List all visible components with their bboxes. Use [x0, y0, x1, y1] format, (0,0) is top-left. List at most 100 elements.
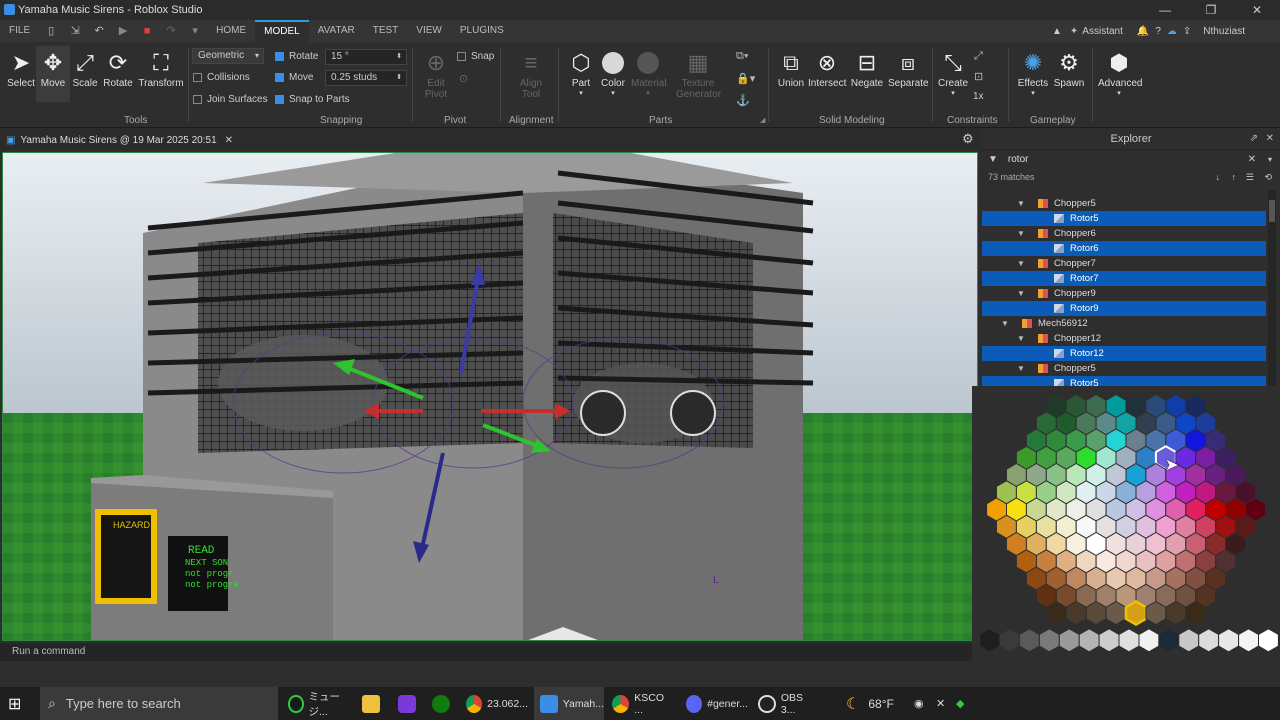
join-surfaces-checkbox[interactable]: Join Surfaces — [193, 94, 268, 105]
snap-to-parts-checkbox[interactable]: Snap to Parts — [275, 94, 350, 105]
advanced-tool[interactable]: ⬢ Advanced ▾ — [1098, 48, 1142, 97]
redo-icon[interactable]: ↷ — [164, 24, 178, 38]
tray-x-icon[interactable]: ✕ — [936, 687, 945, 720]
edit-pivot-tool[interactable]: ⊕ Edit Pivot — [419, 48, 453, 100]
prev-match-icon[interactable]: ↑ — [1232, 168, 1237, 186]
tray-discord-icon[interactable]: ◉ — [914, 687, 924, 720]
tree-item-model[interactable]: ▼ Mech56912 — [982, 316, 1266, 331]
taskbar-search[interactable]: ⌕ Type here to search — [40, 687, 278, 720]
expand-arrow-icon[interactable]: ▼ — [1016, 256, 1026, 271]
weather-widget[interactable]: ☾ 68°F — [846, 687, 894, 720]
texture-generator-tool[interactable]: ▦ Texture Generator — [676, 48, 721, 100]
tree-item-model[interactable]: ▼ Chopper7 — [982, 256, 1266, 271]
parts-settings-icon[interactable]: ◢ — [760, 116, 765, 124]
expand-arrow-icon[interactable]: ▼ — [1000, 316, 1010, 331]
explorer-filter-input[interactable]: rotor — [1008, 154, 1029, 165]
tree-item-part[interactable]: Rotor5 — [982, 376, 1266, 386]
select-all-icon[interactable]: ☰ — [1246, 168, 1254, 186]
explorer-scrollbar[interactable] — [1268, 190, 1276, 386]
new-file-icon[interactable]: ▯ — [44, 24, 58, 38]
play-icon[interactable]: ▶ — [116, 24, 130, 38]
taskbar-app-purple[interactable] — [398, 687, 421, 720]
close-window-button[interactable]: ✕ — [1234, 0, 1280, 20]
tree-item-part[interactable]: Rotor5 — [982, 211, 1266, 226]
assistant-button[interactable]: Assistant — [1082, 26, 1123, 37]
file-menu[interactable]: FILE — [0, 20, 39, 42]
taskbar-app-discord[interactable]: #gener... — [686, 687, 748, 720]
constraint-scale-input[interactable]: 1x — [968, 90, 996, 106]
tree-item-part[interactable]: Rotor6 — [982, 241, 1266, 256]
anchor-icon[interactable]: ⚓ — [736, 94, 750, 107]
tree-item-part[interactable]: Rotor7 — [982, 271, 1266, 286]
snap-mode-dropdown[interactable]: Geometric ▾ — [192, 48, 264, 64]
taskbar-app-xbox[interactable] — [432, 687, 455, 720]
align-tool[interactable]: ≡ Align Tool — [514, 48, 548, 100]
create-constraint-tool[interactable]: ⤡ Create ▾ — [936, 48, 970, 97]
taskbar-app-chrome-2[interactable]: KSCO ... — [612, 687, 674, 720]
open-file-icon[interactable]: ⇲ — [68, 24, 82, 38]
part-tool[interactable]: ⬡ Part ▾ — [564, 48, 598, 97]
filter-icon[interactable]: ▼ — [988, 154, 998, 165]
effects-tool[interactable]: ✺ Effects ▾ — [1016, 48, 1050, 97]
tree-item-part[interactable]: Rotor9 — [982, 301, 1266, 316]
move-snap-checkbox[interactable]: Move — [275, 72, 313, 83]
rotate-snap-checkbox[interactable]: Rotate — [275, 51, 318, 62]
spawn-tool[interactable]: ⚙ Spawn — [1052, 48, 1086, 89]
lock-icon[interactable]: 🔒▾ — [736, 72, 755, 85]
tab-home[interactable]: HOME — [207, 20, 255, 42]
rotate-increment-input[interactable]: 15 ° ⬍ — [325, 49, 407, 65]
expand-arrow-icon[interactable]: ▼ — [1016, 226, 1026, 241]
pivot-snap-checkbox[interactable]: Snap — [457, 51, 494, 62]
tab-view[interactable]: VIEW — [407, 20, 451, 42]
collapse-icon[interactable]: ▲ — [1052, 26, 1062, 37]
taskbar-app-explorer[interactable] — [362, 687, 385, 720]
group-icon[interactable]: ⧉▾ — [736, 50, 748, 63]
pivot-reset-icon[interactable]: ⊙ — [459, 72, 468, 85]
command-bar[interactable]: Run a command — [0, 643, 972, 661]
move-tool[interactable]: ✥ Move — [36, 46, 70, 102]
close-explorer-icon[interactable]: ✕ — [1266, 128, 1274, 150]
viewport-scene[interactable]: HAZARD READ NEXT SON not progr not progr… — [3, 153, 978, 641]
taskbar-app-chrome-1[interactable]: 23.062... — [466, 687, 528, 720]
expand-arrow-icon[interactable]: ▼ — [1016, 331, 1026, 346]
expand-arrow-icon[interactable]: ▼ — [1016, 361, 1026, 376]
maximize-button[interactable]: ❐ — [1188, 0, 1234, 20]
union-tool[interactable]: ⧉ Union — [774, 48, 808, 89]
color-tool[interactable]: Color ▾ — [596, 48, 630, 97]
stop-icon[interactable]: ■ — [140, 24, 154, 38]
transform-tool[interactable]: ⛶ Transform — [138, 48, 184, 89]
tree-item-model[interactable]: ▼ Chopper5 — [982, 196, 1266, 211]
taskbar-app-music[interactable]: ミュージ... — [288, 687, 350, 720]
rotate-tool[interactable]: ⟳ Rotate — [101, 48, 135, 89]
viewport-settings-icon[interactable]: ⚙ — [962, 131, 974, 147]
customize-icon[interactable]: ▾ — [188, 24, 202, 38]
expand-arrow-icon[interactable]: ▼ — [1016, 286, 1026, 301]
tree-item-part[interactable]: Rotor12 — [982, 346, 1266, 361]
notifications-icon[interactable]: 🔔 — [1137, 26, 1149, 37]
tree-item-model[interactable]: ▼ Chopper6 — [982, 226, 1266, 241]
refresh-icon[interactable]: ⟲ — [1264, 168, 1272, 186]
move-increment-input[interactable]: 0.25 studs ⬍ — [325, 70, 407, 86]
minimize-button[interactable]: — — [1142, 0, 1188, 20]
collisions-checkbox[interactable]: Collisions — [193, 72, 250, 83]
expand-arrow-icon[interactable]: ▼ — [1016, 196, 1026, 211]
user-name[interactable]: Nthuziast — [1203, 26, 1245, 37]
filter-options-icon[interactable]: ▾ — [1268, 155, 1272, 164]
tab-model[interactable]: MODEL — [255, 20, 309, 42]
start-button[interactable]: ⊞ — [8, 687, 21, 720]
tab-plugins[interactable]: PLUGINS — [451, 20, 513, 42]
scale-tool[interactable]: ⤢ Scale — [68, 48, 102, 89]
popout-icon[interactable]: ⇗ — [1250, 128, 1258, 150]
tab-test[interactable]: TEST — [364, 20, 408, 42]
share-icon[interactable]: ⇪ — [1183, 26, 1191, 37]
cloud-icon[interactable]: ☁ — [1167, 26, 1177, 37]
separate-tool[interactable]: ⧈ Separate — [888, 48, 929, 89]
tree-item-model[interactable]: ▼ Chopper9 — [982, 286, 1266, 301]
close-tab-icon[interactable]: ✕ — [225, 135, 233, 146]
intersect-tool[interactable]: ⊗ Intersect — [808, 48, 846, 89]
tree-item-model[interactable]: ▼ Chopper12 — [982, 331, 1266, 346]
explorer-filter[interactable]: ▼ rotor ✕ ▾ — [982, 150, 1280, 168]
help-icon[interactable]: ? — [1155, 26, 1161, 37]
document-tab[interactable]: ▣ Yamaha Music Sirens @ 19 Mar 2025 20:5… — [6, 130, 233, 150]
material-tool[interactable]: Material ▾ — [631, 48, 667, 97]
